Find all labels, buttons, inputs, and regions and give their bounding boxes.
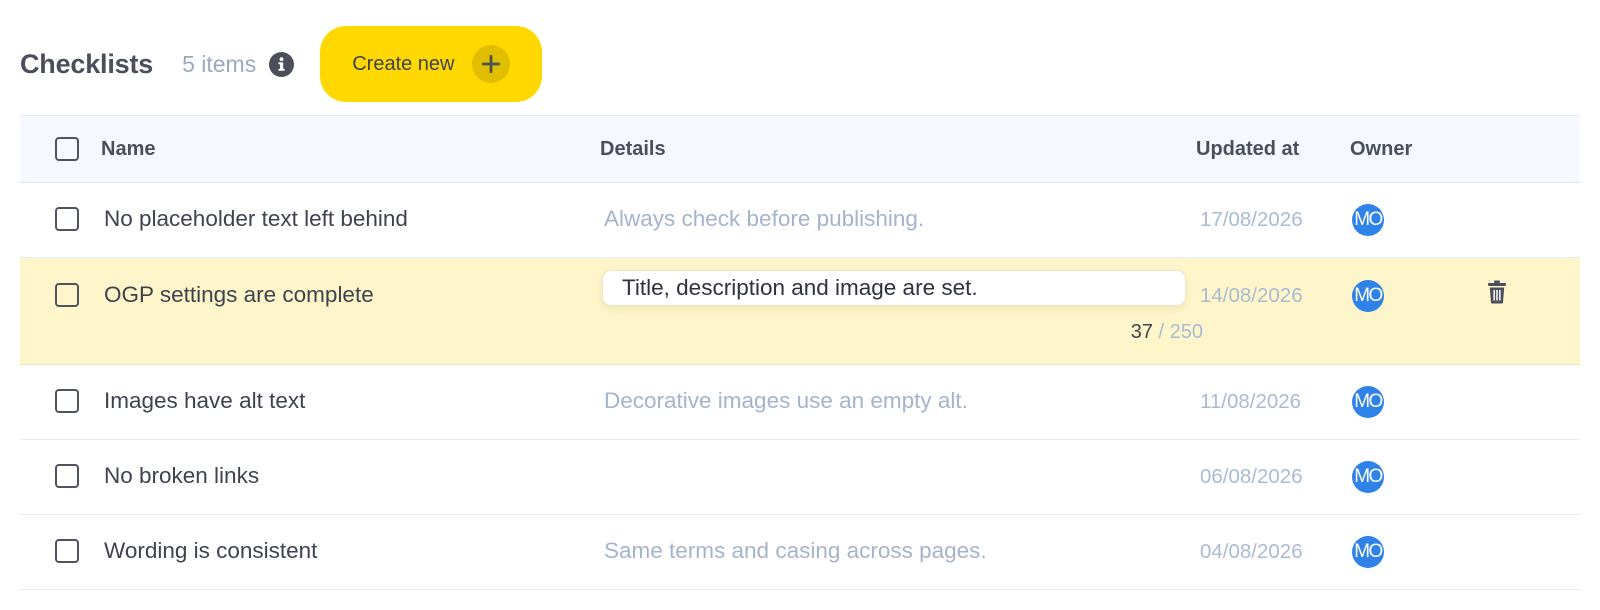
page-header: Checklists 5 items Create new	[20, 26, 543, 102]
owner-avatar[interactable]: MO	[1352, 280, 1384, 312]
row-name: Images have alt text	[104, 388, 306, 413]
row-checkbox[interactable]	[55, 389, 79, 413]
row-name: No broken links	[104, 463, 260, 488]
column-header-details[interactable]: Details	[600, 116, 666, 182]
table-row[interactable]: No placeholder text left behind Always c…	[20, 183, 1580, 258]
table-header: Name Details Updated at Owner	[20, 115, 1580, 183]
item-count: 5 items	[182, 50, 257, 77]
row-details[interactable]: Always check before publishing.	[604, 206, 924, 232]
plus-icon	[472, 45, 511, 83]
row-checkbox[interactable]	[55, 207, 79, 231]
owner-avatar[interactable]: MO	[1352, 204, 1384, 236]
checklist-table: Name Details Updated at Owner No placeho…	[20, 115, 1580, 590]
character-limit: / 250	[1158, 321, 1203, 343]
row-checkbox[interactable]	[55, 464, 79, 488]
row-updated-at: 04/08/2026	[1200, 540, 1303, 563]
create-new-label: Create new	[352, 52, 455, 75]
row-checkbox[interactable]	[55, 283, 79, 307]
table-row[interactable]: Wording is consistent Same terms and cas…	[20, 515, 1580, 590]
character-counter: 37 / 250	[1131, 321, 1203, 344]
row-updated-at: 06/08/2026	[1200, 465, 1303, 488]
select-all-checkbox[interactable]	[55, 137, 79, 161]
owner-avatar[interactable]: MO	[1352, 386, 1384, 418]
owner-avatar[interactable]: MO	[1352, 536, 1384, 568]
table-row[interactable]: Images have alt text Decorative images u…	[20, 365, 1580, 440]
column-header-owner[interactable]: Owner	[1350, 116, 1412, 182]
row-name: OGP settings are complete	[104, 282, 374, 307]
character-count: 37	[1130, 321, 1153, 343]
table-row[interactable]: OGP settings are complete 37 / 250 14/08…	[20, 258, 1580, 365]
info-icon[interactable]	[269, 51, 295, 77]
row-name: Wording is consistent	[104, 538, 318, 563]
owner-avatar[interactable]: MO	[1352, 461, 1384, 493]
row-checkbox[interactable]	[55, 539, 79, 563]
row-updated-at: 11/08/2026	[1200, 390, 1302, 413]
row-updated-at: 14/08/2026	[1200, 284, 1303, 307]
row-name: No placeholder text left behind	[104, 206, 408, 231]
column-header-name[interactable]: Name	[101, 116, 155, 182]
row-details[interactable]: Decorative images use an empty alt.	[604, 388, 968, 414]
column-header-updated-at[interactable]: Updated at	[1196, 116, 1299, 182]
table-row[interactable]: No broken links 06/08/2026 MO	[20, 440, 1580, 515]
details-input[interactable]	[602, 270, 1186, 306]
create-new-button[interactable]: Create new	[320, 26, 543, 102]
trash-icon[interactable]	[1487, 280, 1507, 309]
row-updated-at: 17/08/2026	[1200, 208, 1303, 231]
row-details[interactable]: Same terms and casing across pages.	[604, 538, 987, 564]
page-title: Checklists	[20, 48, 154, 79]
